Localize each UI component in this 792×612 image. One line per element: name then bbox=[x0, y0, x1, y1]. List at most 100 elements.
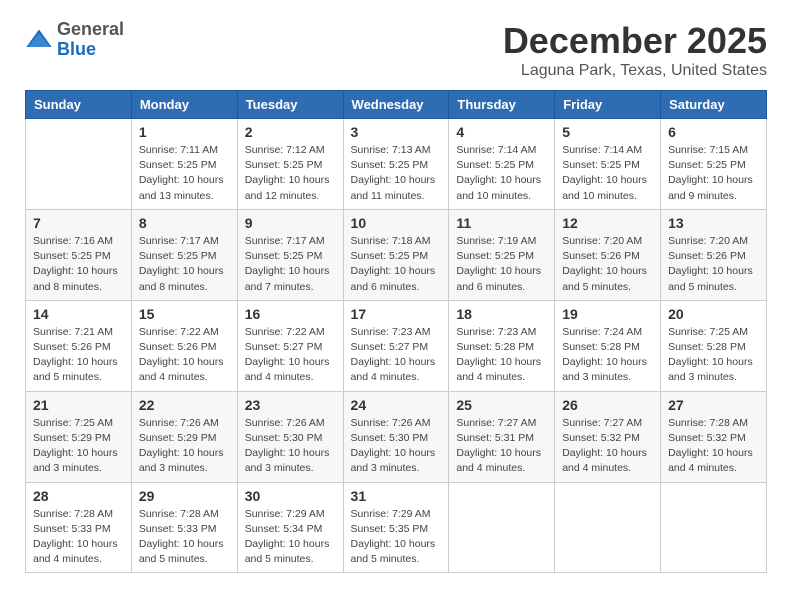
day-number: 18 bbox=[456, 306, 547, 322]
day-number: 11 bbox=[456, 215, 547, 231]
calendar-day-cell: 16 Sunrise: 7:22 AMSunset: 5:27 PMDayligh… bbox=[237, 300, 343, 391]
day-info: Sunrise: 7:14 AMSunset: 5:25 PMDaylight:… bbox=[456, 143, 547, 204]
calendar-day-header: Thursday bbox=[449, 91, 555, 119]
calendar-week-row: 14Sunrise: 7:21 AMSunset: 5:26 PMDayligh… bbox=[26, 300, 767, 391]
day-number: 21 bbox=[33, 397, 124, 413]
calendar-day-cell: 2 Sunrise: 7:12 AMSunset: 5:25 PMDaylight… bbox=[237, 119, 343, 210]
day-info: Sunrise: 7:26 AMSunset: 5:30 PMDaylight:… bbox=[351, 416, 442, 477]
day-number: 9 bbox=[245, 215, 336, 231]
day-number: 26 bbox=[562, 397, 653, 413]
day-number: 8 bbox=[139, 215, 230, 231]
day-info: Sunrise: 7:17 AMSunset: 5:25 PMDaylight:… bbox=[139, 234, 230, 295]
day-number: 5 bbox=[562, 124, 653, 140]
calendar-day-header: Tuesday bbox=[237, 91, 343, 119]
day-info: Sunrise: 7:16 AMSunset: 5:25 PMDaylight:… bbox=[33, 234, 124, 295]
calendar-day-cell: 8 Sunrise: 7:17 AMSunset: 5:25 PMDaylight… bbox=[131, 209, 237, 300]
calendar-day-cell bbox=[661, 482, 767, 573]
calendar-day-header: Wednesday bbox=[343, 91, 449, 119]
calendar-day-cell: 24Sunrise: 7:26 AMSunset: 5:30 PMDayligh… bbox=[343, 391, 449, 482]
day-info: Sunrise: 7:15 AMSunset: 5:25 PMDaylight:… bbox=[668, 143, 759, 204]
calendar-day-cell: 30 Sunrise: 7:29 AMSunset: 5:34 PMDayligh… bbox=[237, 482, 343, 573]
day-number: 1 bbox=[139, 124, 230, 140]
calendar-week-row: 21 Sunrise: 7:25 AMSunset: 5:29 PMDayligh… bbox=[26, 391, 767, 482]
calendar-day-cell: 26 Sunrise: 7:27 AMSunset: 5:32 PMDayligh… bbox=[555, 391, 661, 482]
day-number: 27 bbox=[668, 397, 759, 413]
day-info: Sunrise: 7:29 AMSunset: 5:35 PMDaylight:… bbox=[351, 507, 442, 568]
calendar-day-cell: 7 Sunrise: 7:16 AMSunset: 5:25 PMDaylight… bbox=[26, 209, 132, 300]
calendar-body: 1Sunrise: 7:11 AMSunset: 5:25 PMDaylight… bbox=[26, 119, 767, 573]
day-info: Sunrise: 7:14 AMSunset: 5:25 PMDaylight:… bbox=[562, 143, 653, 204]
day-info: Sunrise: 7:13 AMSunset: 5:25 PMDaylight:… bbox=[351, 143, 442, 204]
calendar-week-row: 28 Sunrise: 7:28 AMSunset: 5:33 PMDayligh… bbox=[26, 482, 767, 573]
day-info: Sunrise: 7:26 AMSunset: 5:30 PMDaylight:… bbox=[245, 416, 336, 477]
day-info: Sunrise: 7:25 AMSunset: 5:28 PMDaylight:… bbox=[668, 325, 759, 386]
day-info: Sunrise: 7:22 AMSunset: 5:27 PMDaylight:… bbox=[245, 325, 336, 386]
day-number: 29 bbox=[139, 488, 230, 504]
calendar-day-cell: 14Sunrise: 7:21 AMSunset: 5:26 PMDayligh… bbox=[26, 300, 132, 391]
calendar-day-cell: 19 Sunrise: 7:24 AMSunset: 5:28 PMDayligh… bbox=[555, 300, 661, 391]
calendar-day-header: Friday bbox=[555, 91, 661, 119]
calendar-day-cell: 11 Sunrise: 7:19 AMSunset: 5:25 PMDayligh… bbox=[449, 209, 555, 300]
day-number: 13 bbox=[668, 215, 759, 231]
day-number: 23 bbox=[245, 397, 336, 413]
logo-text: General Blue bbox=[57, 20, 124, 60]
calendar-day-header: Saturday bbox=[661, 91, 767, 119]
day-number: 19 bbox=[562, 306, 653, 322]
calendar-day-header: Monday bbox=[131, 91, 237, 119]
logo-general: General bbox=[57, 19, 124, 39]
day-info: Sunrise: 7:26 AMSunset: 5:29 PMDaylight:… bbox=[139, 416, 230, 477]
day-number: 20 bbox=[668, 306, 759, 322]
day-info: Sunrise: 7:21 AMSunset: 5:26 PMDaylight:… bbox=[33, 325, 124, 386]
calendar-day-cell: 29Sunrise: 7:28 AMSunset: 5:33 PMDayligh… bbox=[131, 482, 237, 573]
calendar-day-cell bbox=[555, 482, 661, 573]
calendar-day-cell: 23 Sunrise: 7:26 AMSunset: 5:30 PMDayligh… bbox=[237, 391, 343, 482]
day-number: 7 bbox=[33, 215, 124, 231]
calendar-day-cell: 10Sunrise: 7:18 AMSunset: 5:25 PMDayligh… bbox=[343, 209, 449, 300]
day-info: Sunrise: 7:27 AMSunset: 5:31 PMDaylight:… bbox=[456, 416, 547, 477]
logo-blue: Blue bbox=[57, 39, 96, 59]
logo-icon bbox=[25, 26, 53, 54]
day-number: 12 bbox=[562, 215, 653, 231]
day-info: Sunrise: 7:28 AMSunset: 5:33 PMDaylight:… bbox=[33, 507, 124, 568]
logo: General Blue bbox=[25, 20, 124, 60]
calendar-day-cell: 31Sunrise: 7:29 AMSunset: 5:35 PMDayligh… bbox=[343, 482, 449, 573]
calendar-day-cell: 6 Sunrise: 7:15 AMSunset: 5:25 PMDaylight… bbox=[661, 119, 767, 210]
calendar-day-cell: 13 Sunrise: 7:20 AMSunset: 5:26 PMDayligh… bbox=[661, 209, 767, 300]
calendar-day-cell: 15Sunrise: 7:22 AMSunset: 5:26 PMDayligh… bbox=[131, 300, 237, 391]
calendar-day-cell: 3Sunrise: 7:13 AMSunset: 5:25 PMDaylight… bbox=[343, 119, 449, 210]
calendar-day-cell: 22 Sunrise: 7:26 AMSunset: 5:29 PMDayligh… bbox=[131, 391, 237, 482]
day-number: 22 bbox=[139, 397, 230, 413]
day-number: 28 bbox=[33, 488, 124, 504]
day-number: 15 bbox=[139, 306, 230, 322]
calendar-day-cell: 21 Sunrise: 7:25 AMSunset: 5:29 PMDayligh… bbox=[26, 391, 132, 482]
day-number: 4 bbox=[456, 124, 547, 140]
day-info: Sunrise: 7:29 AMSunset: 5:34 PMDaylight:… bbox=[245, 507, 336, 568]
day-number: 30 bbox=[245, 488, 336, 504]
day-info: Sunrise: 7:27 AMSunset: 5:32 PMDaylight:… bbox=[562, 416, 653, 477]
day-number: 25 bbox=[456, 397, 547, 413]
calendar-day-cell bbox=[449, 482, 555, 573]
calendar-day-cell: 17 Sunrise: 7:23 AMSunset: 5:27 PMDayligh… bbox=[343, 300, 449, 391]
day-info: Sunrise: 7:18 AMSunset: 5:25 PMDaylight:… bbox=[351, 234, 442, 295]
day-info: Sunrise: 7:20 AMSunset: 5:26 PMDaylight:… bbox=[668, 234, 759, 295]
page-header: General Blue December 2025 Laguna Park, … bbox=[25, 20, 767, 80]
day-info: Sunrise: 7:12 AMSunset: 5:25 PMDaylight:… bbox=[245, 143, 336, 204]
day-info: Sunrise: 7:20 AMSunset: 5:26 PMDaylight:… bbox=[562, 234, 653, 295]
calendar-table: SundayMondayTuesdayWednesdayThursdayFrid… bbox=[25, 90, 767, 573]
calendar-day-cell: 9Sunrise: 7:17 AMSunset: 5:25 PMDaylight… bbox=[237, 209, 343, 300]
calendar-day-cell: 1Sunrise: 7:11 AMSunset: 5:25 PMDaylight… bbox=[131, 119, 237, 210]
calendar-day-cell bbox=[26, 119, 132, 210]
day-number: 16 bbox=[245, 306, 336, 322]
calendar-day-cell: 18Sunrise: 7:23 AMSunset: 5:28 PMDayligh… bbox=[449, 300, 555, 391]
day-number: 17 bbox=[351, 306, 442, 322]
day-info: Sunrise: 7:23 AMSunset: 5:27 PMDaylight:… bbox=[351, 325, 442, 386]
day-info: Sunrise: 7:24 AMSunset: 5:28 PMDaylight:… bbox=[562, 325, 653, 386]
calendar-day-cell: 20 Sunrise: 7:25 AMSunset: 5:28 PMDayligh… bbox=[661, 300, 767, 391]
day-number: 2 bbox=[245, 124, 336, 140]
day-number: 6 bbox=[668, 124, 759, 140]
title-section: December 2025 Laguna Park, Texas, United… bbox=[503, 20, 767, 80]
day-info: Sunrise: 7:19 AMSunset: 5:25 PMDaylight:… bbox=[456, 234, 547, 295]
day-info: Sunrise: 7:25 AMSunset: 5:29 PMDaylight:… bbox=[33, 416, 124, 477]
calendar-day-header: Sunday bbox=[26, 91, 132, 119]
calendar-day-cell: 25 Sunrise: 7:27 AMSunset: 5:31 PMDayligh… bbox=[449, 391, 555, 482]
